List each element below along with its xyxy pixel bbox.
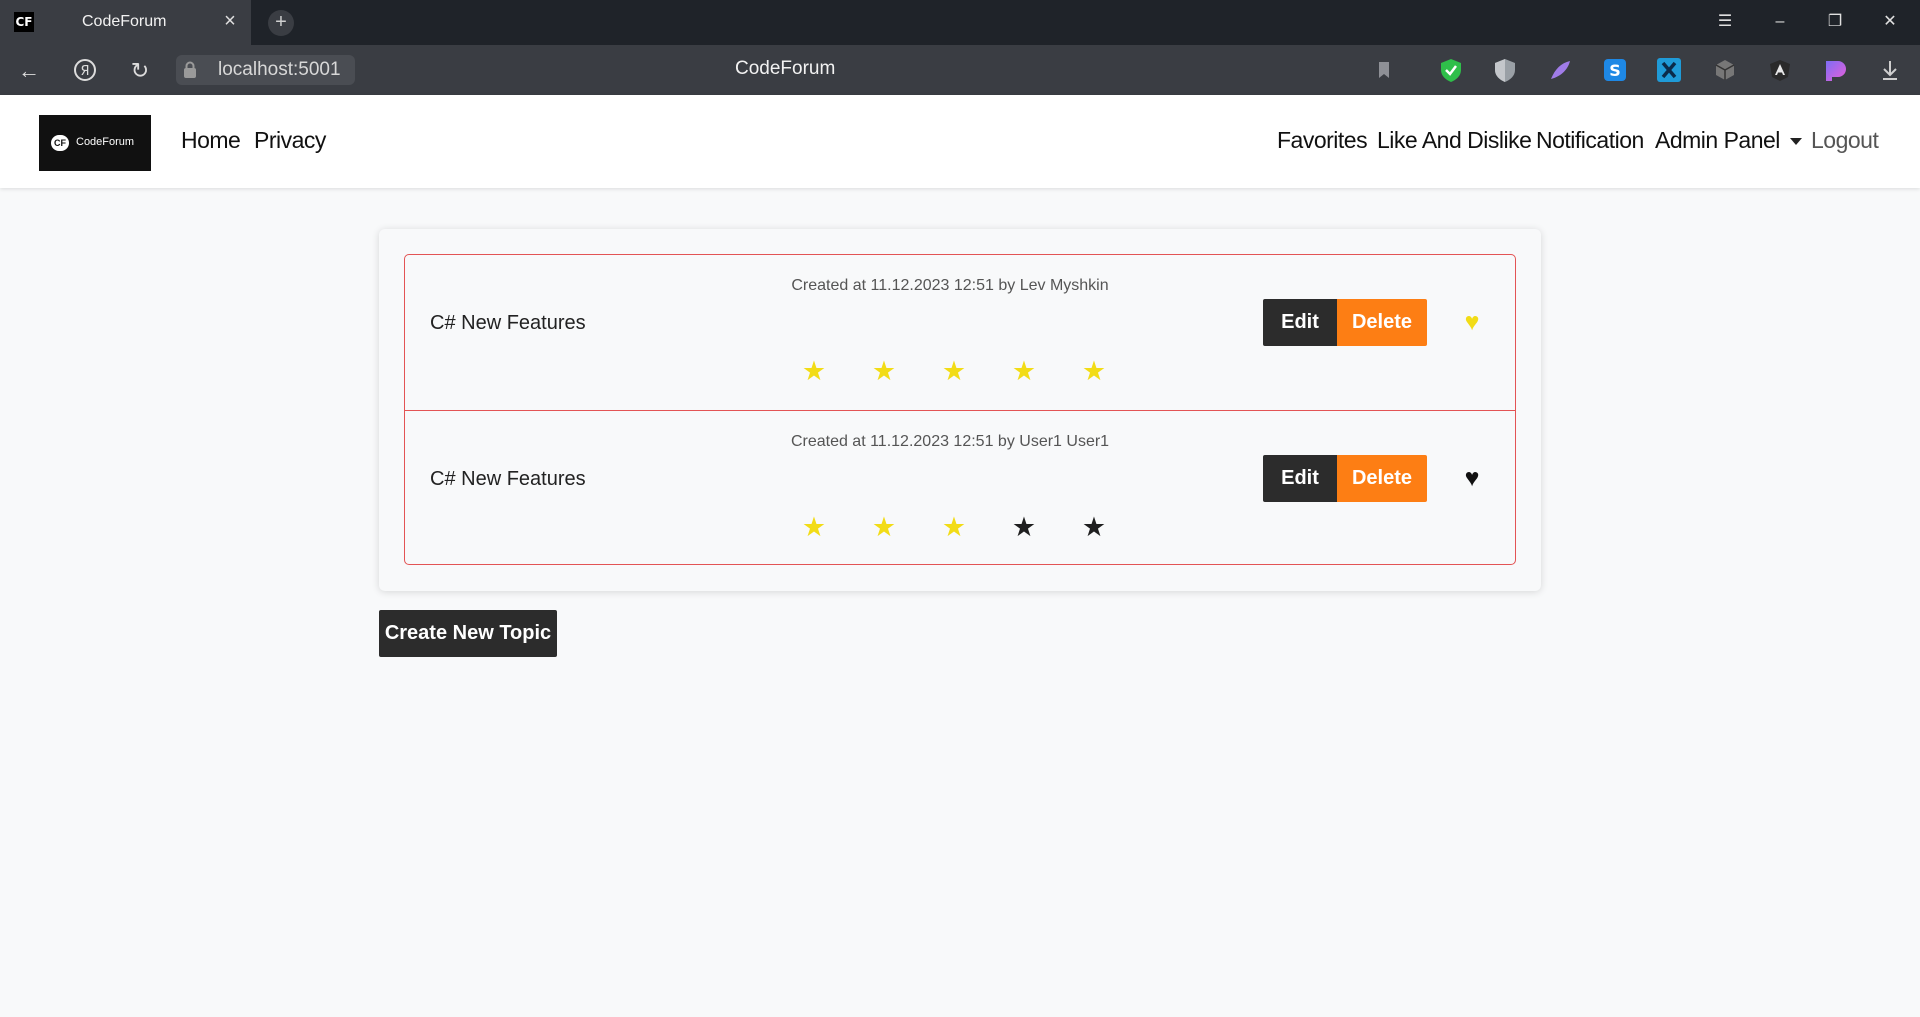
star-icon[interactable]: ★ [800, 357, 828, 385]
nav-link-logout[interactable]: Logout [1811, 127, 1879, 154]
topic-title[interactable]: C# New Features [430, 468, 586, 491]
star-icon[interactable]: ★ [1010, 357, 1038, 385]
edit-button[interactable]: Edit [1263, 455, 1337, 502]
nav-link-notification[interactable]: Notification [1536, 127, 1644, 154]
browser-tab-bar: CF CodeForum × + ☰ – ❐ ✕ [0, 0, 1920, 45]
star-icon[interactable]: ★ [1010, 513, 1038, 541]
menu-icon[interactable]: ☰ [1711, 10, 1739, 34]
nav-link-home[interactable]: Home [181, 127, 241, 154]
site-navbar: CF CodeForum Home Privacy Favorites Like… [0, 95, 1920, 188]
brand-badge: CF [51, 135, 69, 151]
reload-icon[interactable]: ↻ [126, 57, 154, 85]
restore-icon[interactable]: ❐ [1821, 10, 1849, 34]
admin-panel-label: Admin Panel [1655, 127, 1780, 153]
star-icon[interactable]: ★ [940, 513, 968, 541]
tab-title: CodeForum [82, 13, 167, 30]
nav-link-like-and-dislike[interactable]: Like And Dislike [1377, 127, 1532, 154]
s-extension-icon[interactable]: S [1602, 57, 1628, 83]
nav-dropdown-admin-panel[interactable]: Admin Panel [1655, 127, 1802, 154]
brand-text: CodeForum [76, 136, 135, 148]
shield-grey-extension-icon[interactable] [1492, 57, 1518, 83]
topic-list: Created at 11.12.2023 12:51 by Lev Myshk… [404, 254, 1516, 565]
yandex-icon[interactable]: Я [71, 57, 99, 85]
page-title: CodeForum [735, 58, 836, 79]
star-icon[interactable]: ★ [1080, 513, 1108, 541]
chevron-down-icon [1789, 138, 1802, 146]
browser-address-bar: ← Я ↻ localhost:5001 CodeForum S [0, 45, 1920, 95]
x-extension-icon[interactable] [1656, 57, 1682, 83]
edit-button[interactable]: Edit [1263, 299, 1337, 346]
back-icon[interactable]: ← [15, 57, 43, 85]
bookmark-icon[interactable] [1371, 57, 1397, 83]
gradient-extension-icon[interactable] [1822, 57, 1848, 83]
topic-title[interactable]: C# New Features [430, 312, 586, 335]
minimize-icon[interactable]: – [1766, 10, 1794, 34]
cube-extension-icon[interactable] [1712, 57, 1738, 83]
angular-extension-icon[interactable] [1767, 57, 1793, 83]
brand-logo[interactable]: CF CodeForum [39, 115, 151, 171]
topic-meta: Created at 11.12.2023 12:51 by Lev Myshk… [791, 277, 1109, 294]
delete-button[interactable]: Delete [1337, 299, 1427, 346]
topic-row: Created at 11.12.2023 12:51 by User1 Use… [405, 410, 1515, 565]
topics-card: Created at 11.12.2023 12:51 by Lev Myshk… [379, 229, 1541, 591]
svg-text:S: S [1609, 61, 1621, 80]
lock-icon [183, 61, 197, 79]
create-new-topic-button[interactable]: Create New Topic [379, 610, 557, 657]
star-icon[interactable]: ★ [800, 513, 828, 541]
new-tab-button[interactable]: + [268, 10, 294, 36]
star-icon[interactable]: ★ [1080, 357, 1108, 385]
nav-link-favorites[interactable]: Favorites [1277, 127, 1368, 154]
feather-extension-icon[interactable] [1547, 57, 1573, 83]
heart-icon[interactable]: ♥ [1459, 465, 1485, 491]
delete-button[interactable]: Delete [1337, 455, 1427, 502]
svg-text:Я: Я [80, 64, 89, 79]
star-icon[interactable]: ★ [870, 513, 898, 541]
nav-link-privacy[interactable]: Privacy [254, 127, 326, 154]
download-icon[interactable] [1877, 57, 1903, 83]
star-icon[interactable]: ★ [870, 357, 898, 385]
shield-check-extension-icon[interactable] [1438, 57, 1464, 83]
tab-close-icon[interactable]: × [219, 10, 241, 32]
star-icon[interactable]: ★ [940, 357, 968, 385]
browser-tab[interactable]: CF CodeForum × [0, 0, 251, 45]
close-icon[interactable]: ✕ [1876, 10, 1904, 34]
topic-row: Created at 11.12.2023 12:51 by Lev Myshk… [405, 255, 1515, 410]
tab-favicon-icon: CF [14, 12, 34, 32]
heart-icon[interactable]: ♥ [1459, 309, 1485, 335]
url-text[interactable]: localhost:5001 [218, 59, 341, 81]
topic-meta: Created at 11.12.2023 12:51 by User1 Use… [790, 433, 1110, 450]
